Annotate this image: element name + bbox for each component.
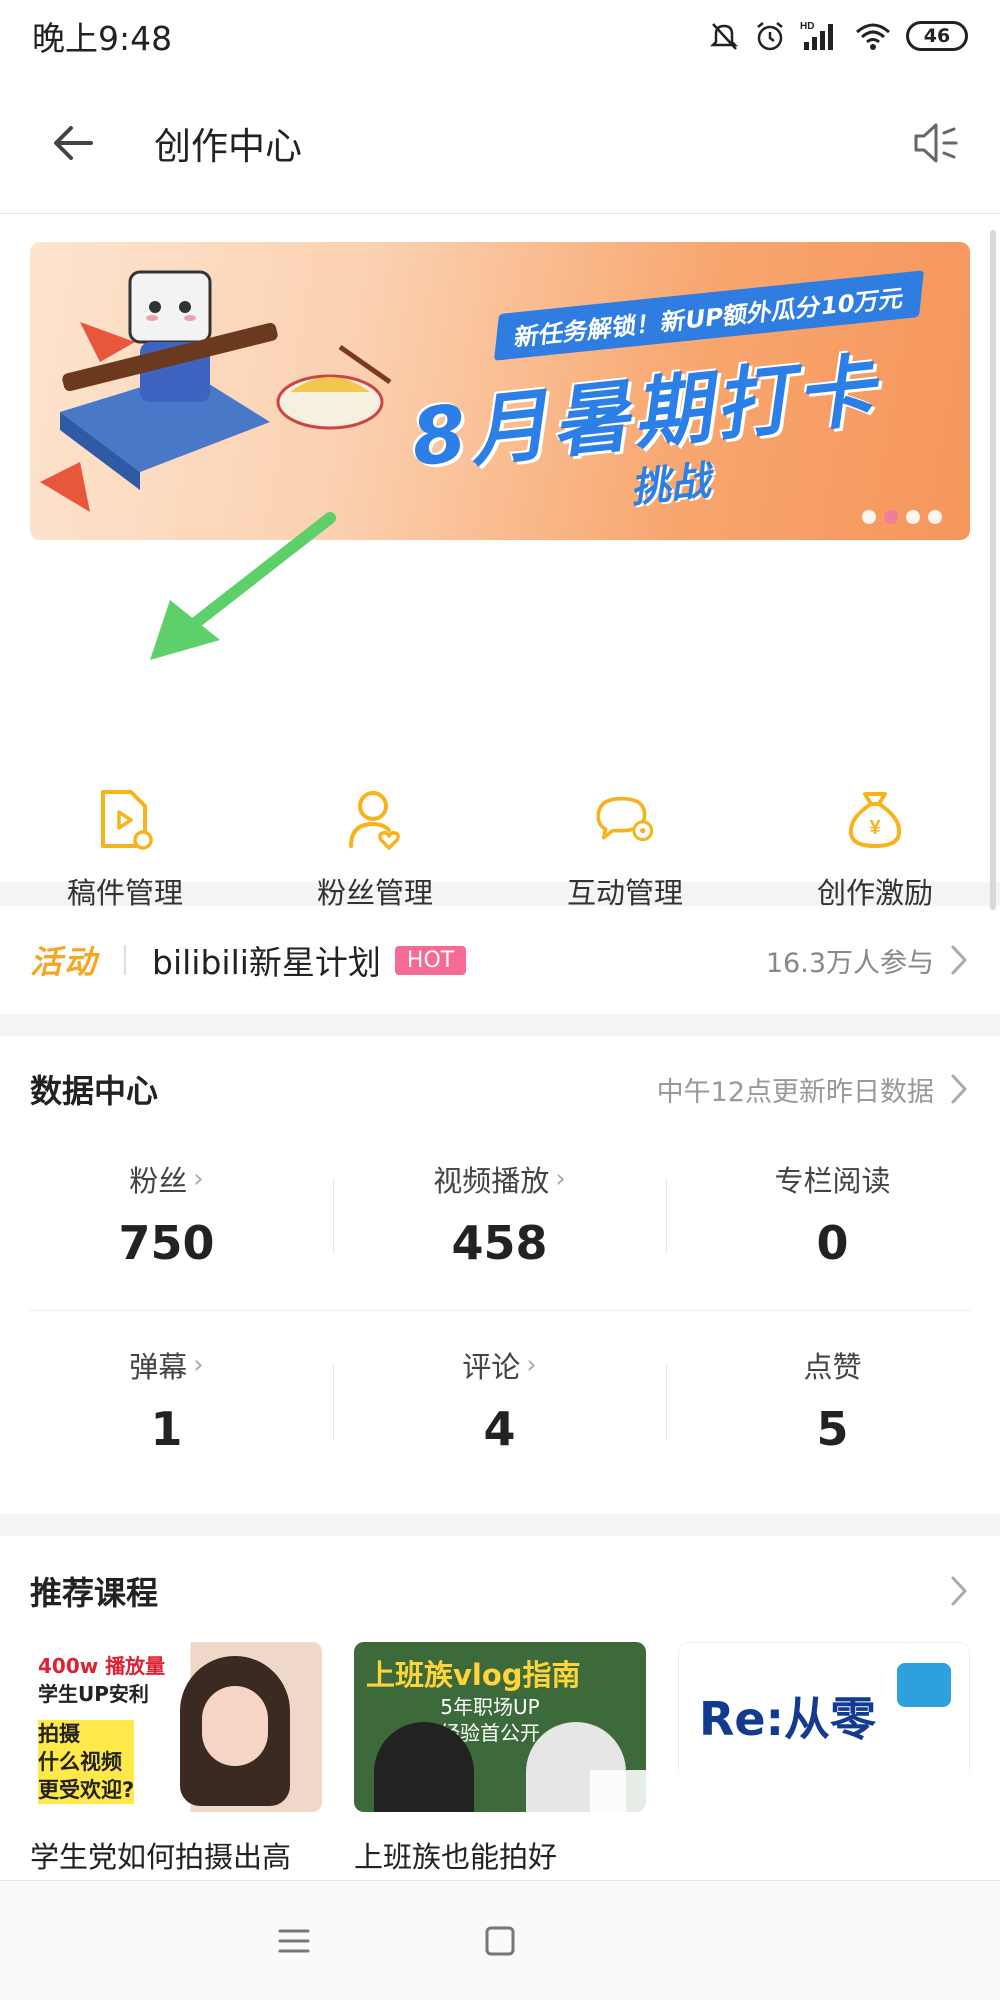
courses-header[interactable]: 推荐课程 xyxy=(30,1568,970,1614)
chevron-right-icon: › xyxy=(526,1350,537,1380)
system-nav-bar xyxy=(0,1880,1000,2000)
stat-label: 弹幕 xyxy=(129,1350,188,1384)
activity-divider xyxy=(124,945,127,975)
stat-danmaku[interactable]: 弹幕 › 1 xyxy=(0,1344,333,1456)
stat-label: 点赞 xyxy=(803,1350,862,1384)
stat-value: 458 xyxy=(451,1216,548,1270)
chevron-right-icon: › xyxy=(193,1164,204,1194)
data-center-header[interactable]: 数据中心 中午12点更新昨日数据 xyxy=(30,1066,970,1112)
chat-icon xyxy=(593,788,657,852)
stat-video-plays[interactable]: 视频播放 › 458 xyxy=(333,1158,666,1270)
banner-dot xyxy=(928,510,942,524)
thumb-text-line: 拍摄 xyxy=(38,1722,80,1746)
thumb-text: Re:从零 xyxy=(699,1692,877,1746)
menu-nav-button[interactable] xyxy=(270,1917,318,1965)
thumb-text: 400w 播放量 xyxy=(38,1654,166,1678)
status-bar: 晚上9:48 HD 46 xyxy=(0,0,1000,72)
chevron-right-icon: › xyxy=(555,1164,566,1194)
chevron-right-icon: › xyxy=(193,1350,204,1380)
stat-value: 0 xyxy=(816,1216,849,1270)
stat-value: 750 xyxy=(118,1216,215,1270)
stat-comments[interactable]: 评论 › 4 xyxy=(333,1344,666,1456)
mute-bell-icon xyxy=(709,23,739,50)
activity-row[interactable]: 活动 bilibili新星计划 HOT 16.3万人参与 xyxy=(0,906,1000,1014)
home-square-icon xyxy=(485,1926,515,1956)
presenter-portrait xyxy=(374,1722,474,1812)
stat-label: 专栏阅读 xyxy=(774,1164,891,1198)
stat-value: 5 xyxy=(816,1402,849,1456)
course-thumbnail: 400w 播放量 学生UP安利 拍摄 什么视频 更受欢迎? xyxy=(30,1642,322,1812)
chevron-right-icon xyxy=(950,943,970,977)
stat-value: 4 xyxy=(483,1402,516,1456)
course-card[interactable]: 400w 播放量 学生UP安利 拍摄 什么视频 更受欢迎? 学生党如何拍摄出高 xyxy=(30,1642,322,1876)
money-bag-icon: ¥ xyxy=(843,788,907,852)
stats-row-divider xyxy=(30,1310,970,1311)
activity-tag: 活动 xyxy=(30,943,99,981)
data-update-note: 中午12点更新昨日数据 xyxy=(656,1076,934,1108)
manuscript-icon xyxy=(93,788,157,852)
stat-label: 视频播放 xyxy=(433,1164,550,1198)
stat-likes: 点赞 5 xyxy=(666,1344,999,1456)
back-arrow-icon xyxy=(54,125,93,160)
course-name: 学生党如何拍摄出高 xyxy=(30,1840,292,1874)
courses-title: 推荐课程 xyxy=(30,1574,159,1612)
promo-banner[interactable]: 新任务解锁！新UP额外瓜分10万元 8月暑期打卡 挑战 xyxy=(30,242,970,540)
back-button[interactable] xyxy=(38,108,108,178)
sound-button[interactable] xyxy=(904,111,968,175)
thumb-text: 上班族vlog指南 xyxy=(366,1658,581,1692)
home-nav-button[interactable] xyxy=(476,1917,524,1965)
up-badge-icon xyxy=(897,1663,951,1707)
stat-label: 粉丝 xyxy=(129,1164,188,1198)
thumb-text: 拍摄 什么视频 更受欢迎? xyxy=(38,1720,135,1804)
status-icons: HD 46 xyxy=(708,20,968,52)
battery-indicator: 46 xyxy=(906,21,968,51)
thumb-text-line: 什么视频 xyxy=(38,1750,122,1774)
data-center: 数据中心 中午12点更新昨日数据 粉丝 › 750 视频播放 › 458 专栏阅读 … xyxy=(0,1036,1000,1514)
banner-dot xyxy=(906,510,920,524)
svg-text:HD: HD xyxy=(800,21,814,32)
page-title: 创作中心 xyxy=(154,124,302,168)
activity-participants: 16.3万人参与 xyxy=(765,947,934,979)
wifi-icon xyxy=(856,23,890,50)
fans-icon xyxy=(343,788,407,852)
banner-illustration xyxy=(40,270,392,512)
chevron-right-icon xyxy=(950,1574,970,1608)
hot-badge: HOT xyxy=(394,945,467,975)
thumb-text: 学生UP安利 xyxy=(38,1682,149,1706)
title-bar: 创作中心 xyxy=(0,72,1000,214)
status-time: 晚上9:48 xyxy=(32,19,173,58)
thumb-text-line: 5年职场UP xyxy=(440,1695,540,1719)
chevron-right-icon xyxy=(950,1072,970,1106)
stat-column-reads: 专栏阅读 0 xyxy=(666,1158,999,1270)
stat-label: 评论 xyxy=(462,1350,521,1384)
speaker-icon xyxy=(914,123,958,162)
stat-value: 1 xyxy=(150,1402,183,1456)
stat-fans[interactable]: 粉丝 › 750 xyxy=(0,1158,333,1270)
banner-dot xyxy=(862,510,876,524)
banner-pagination xyxy=(862,510,942,524)
banner-dot-active xyxy=(884,510,898,524)
scrollbar[interactable] xyxy=(990,230,996,910)
svg-text:¥: ¥ xyxy=(869,817,881,839)
top-card: 新任务解锁！新UP额外瓜分10万元 8月暑期打卡 挑战 稿件管理 粉丝管理 互动… xyxy=(0,214,1000,1068)
thumb-text-line: 更受欢迎? xyxy=(38,1778,135,1802)
banner-tail: 挑战 xyxy=(628,457,713,513)
data-center-title: 数据中心 xyxy=(30,1072,159,1110)
presenter-portrait xyxy=(180,1656,290,1806)
menu-icon xyxy=(278,1929,310,1953)
alarm-icon xyxy=(757,22,783,51)
activity-title: bilibili新星计划 xyxy=(152,943,381,982)
signal-icon: HD xyxy=(800,21,833,50)
